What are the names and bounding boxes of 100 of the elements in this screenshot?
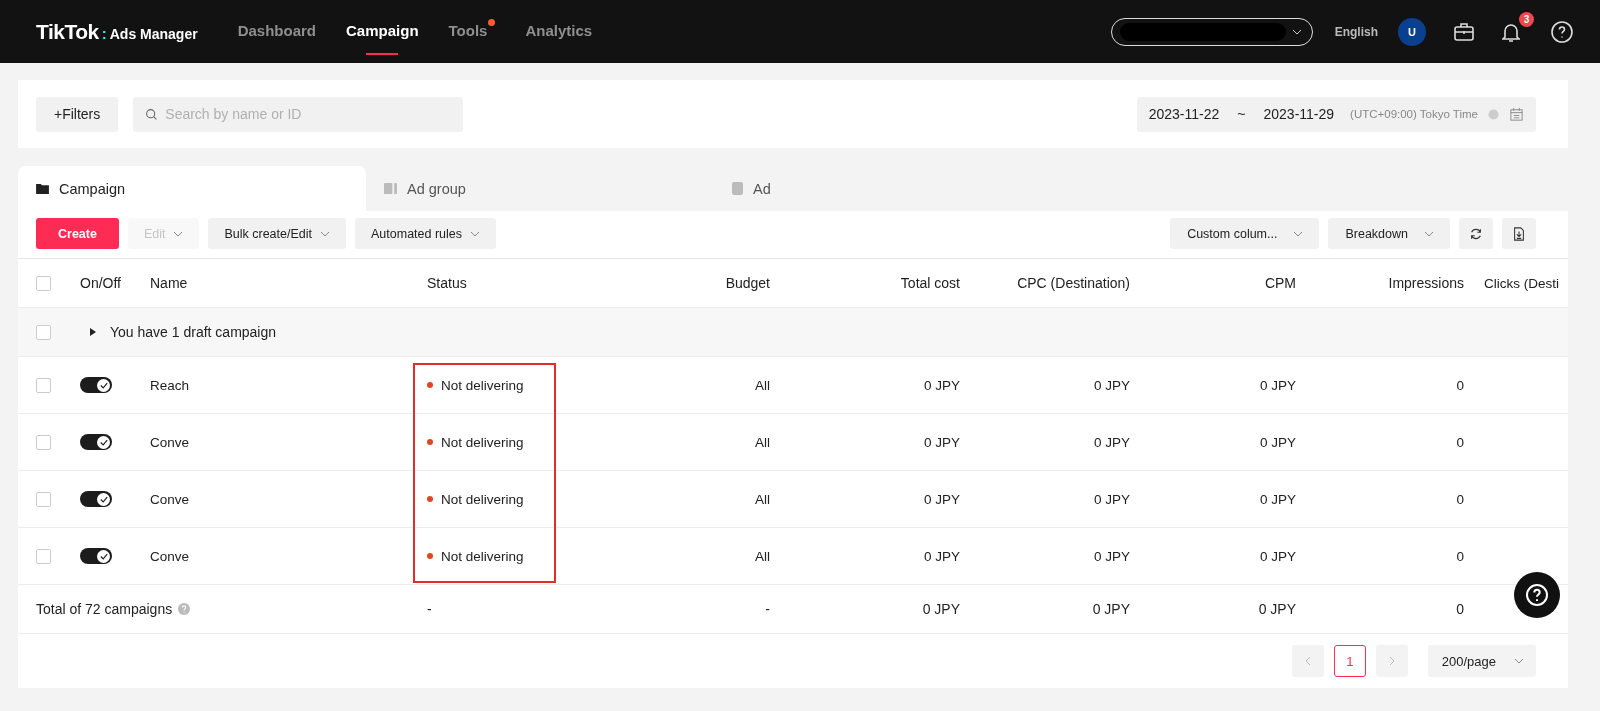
table-cell: All	[755, 434, 770, 450]
toggle-switch[interactable]	[80, 548, 112, 564]
dropdown-button[interactable]: Breakdown	[1328, 218, 1450, 249]
table-cell: All	[755, 491, 770, 507]
notification-bell-icon[interactable]	[1502, 21, 1520, 42]
campaign-name[interactable]: Conve	[150, 491, 190, 507]
dropdown-button[interactable]: Custom colum...	[1170, 218, 1320, 249]
campaign-name[interactable]: Conve	[150, 434, 190, 450]
chevron-left-icon	[1304, 656, 1311, 666]
checkbox[interactable]	[36, 377, 51, 393]
table-cell: 0 JPY	[922, 601, 960, 617]
page-number[interactable]: 1	[1333, 645, 1366, 677]
table-cell: 0	[1456, 377, 1464, 393]
table-cell: 0 JPY	[1092, 601, 1130, 617]
total-label: Total of 72 campaigns	[36, 601, 173, 617]
column-header: CPC (Destination)	[1017, 275, 1130, 291]
table-cell: -	[427, 601, 432, 617]
help-icon	[1525, 583, 1549, 607]
table-cell: 0 JPY	[923, 491, 960, 507]
column-header: Status	[427, 275, 467, 291]
toggle-switch[interactable]	[80, 491, 112, 507]
column-header: Clicks (Desti	[1484, 275, 1559, 291]
download-file-icon	[1512, 226, 1526, 241]
status-text: Not delivering	[441, 377, 524, 393]
checkbox[interactable]	[36, 275, 51, 291]
refresh-icon	[1469, 226, 1483, 241]
toggle-switch[interactable]	[80, 377, 112, 393]
table-cell: 0 JPY	[1093, 491, 1130, 507]
help-icon[interactable]	[1550, 19, 1574, 44]
filters-button[interactable]: +Filters	[36, 96, 119, 132]
check-icon	[99, 381, 108, 389]
check-icon	[99, 495, 108, 503]
notification-count: 3	[1519, 11, 1534, 27]
table-cell: 0	[1456, 491, 1464, 507]
column-header: Impressions	[1388, 275, 1464, 291]
caret-icon	[320, 230, 330, 237]
checkbox[interactable]	[36, 491, 51, 507]
help-icon	[178, 603, 191, 615]
table-cell: All	[755, 548, 770, 564]
campaign-name[interactable]: Reach	[150, 377, 190, 393]
column-header: On/Off	[80, 275, 121, 291]
user-avatar[interactable]: U	[1398, 17, 1426, 46]
create-button[interactable]: Create	[36, 218, 119, 249]
caret-icon	[1514, 658, 1524, 664]
checkbox[interactable]	[36, 434, 51, 450]
table-cell: All	[755, 377, 770, 393]
chevron-right-icon	[1388, 656, 1395, 666]
checkbox[interactable]	[36, 324, 51, 340]
nav-tab[interactable]: Campaign	[346, 8, 419, 55]
table-cell: 0	[1456, 548, 1464, 564]
caret-icon	[173, 230, 184, 237]
table-cell: 0 JPY	[1259, 434, 1296, 450]
tab[interactable]: Ad	[714, 166, 1062, 211]
campaign-name[interactable]: Conve	[150, 548, 190, 564]
page-size-select[interactable]: 200/page	[1427, 645, 1536, 677]
nav-tab[interactable]: Dashboard	[237, 8, 317, 55]
column-header: Name	[150, 275, 188, 291]
export-button[interactable]	[1502, 218, 1536, 249]
table-cell: 0 JPY	[923, 377, 960, 393]
dropdown-button[interactable]: Bulk create/Edit	[208, 218, 346, 249]
caret-icon	[1424, 230, 1434, 237]
caret-icon	[470, 230, 481, 237]
table-cell: 0 JPY	[1259, 548, 1296, 564]
card-icon	[732, 182, 743, 195]
tab[interactable]: Campaign	[18, 166, 366, 211]
search-field[interactable]: Search by name or ID	[133, 96, 464, 132]
draft-row[interactable]: You have 1 draft campaign	[18, 308, 1568, 357]
table-cell: 0 JPY	[923, 434, 960, 450]
expand-triangle-icon[interactable]	[90, 328, 96, 336]
help-button[interactable]	[1514, 572, 1560, 618]
calendar-icon	[1509, 106, 1524, 122]
date-range-picker[interactable]: 2023-11-22 ~ 2023-11-29 (UTC+09:00) Tokyo Time	[1136, 96, 1536, 132]
table-cell: 0 JPY	[923, 548, 960, 564]
refresh-button[interactable]	[1459, 218, 1493, 249]
table-cell: -	[765, 601, 770, 617]
table-cell: 0 JPY	[1093, 548, 1130, 564]
nav-tab[interactable]: Tools	[448, 8, 488, 55]
caret-icon	[1291, 28, 1302, 35]
draft-notice: You have 1 draft campaign	[110, 324, 277, 340]
toggle-switch[interactable]	[80, 434, 112, 450]
column-header: CPM	[1264, 275, 1296, 291]
column-header: Budget	[725, 275, 770, 291]
check-icon	[99, 438, 108, 446]
dropdown-button[interactable]: Automated rules	[355, 218, 497, 249]
checkbox[interactable]	[36, 548, 51, 564]
table-cell: 0	[1456, 601, 1464, 617]
nav-tab[interactable]: Analytics	[525, 8, 593, 55]
status-text: Not delivering	[441, 434, 524, 450]
tab[interactable]: Ad group	[366, 166, 714, 211]
language-selector[interactable]: English	[1334, 24, 1378, 39]
logo[interactable]: TikTok: Ads Manager	[36, 19, 198, 44]
table-cell: 0 JPY	[1259, 377, 1296, 393]
table-cell: 0 JPY	[1093, 377, 1130, 393]
folder-icon	[36, 183, 49, 194]
check-icon	[99, 552, 108, 560]
status-text: Not delivering	[441, 548, 524, 564]
table-cell: 0 JPY	[1259, 491, 1296, 507]
caret-icon	[1293, 230, 1304, 237]
column-header: Total cost	[900, 275, 960, 291]
table-cell: 0 JPY	[1258, 601, 1296, 617]
